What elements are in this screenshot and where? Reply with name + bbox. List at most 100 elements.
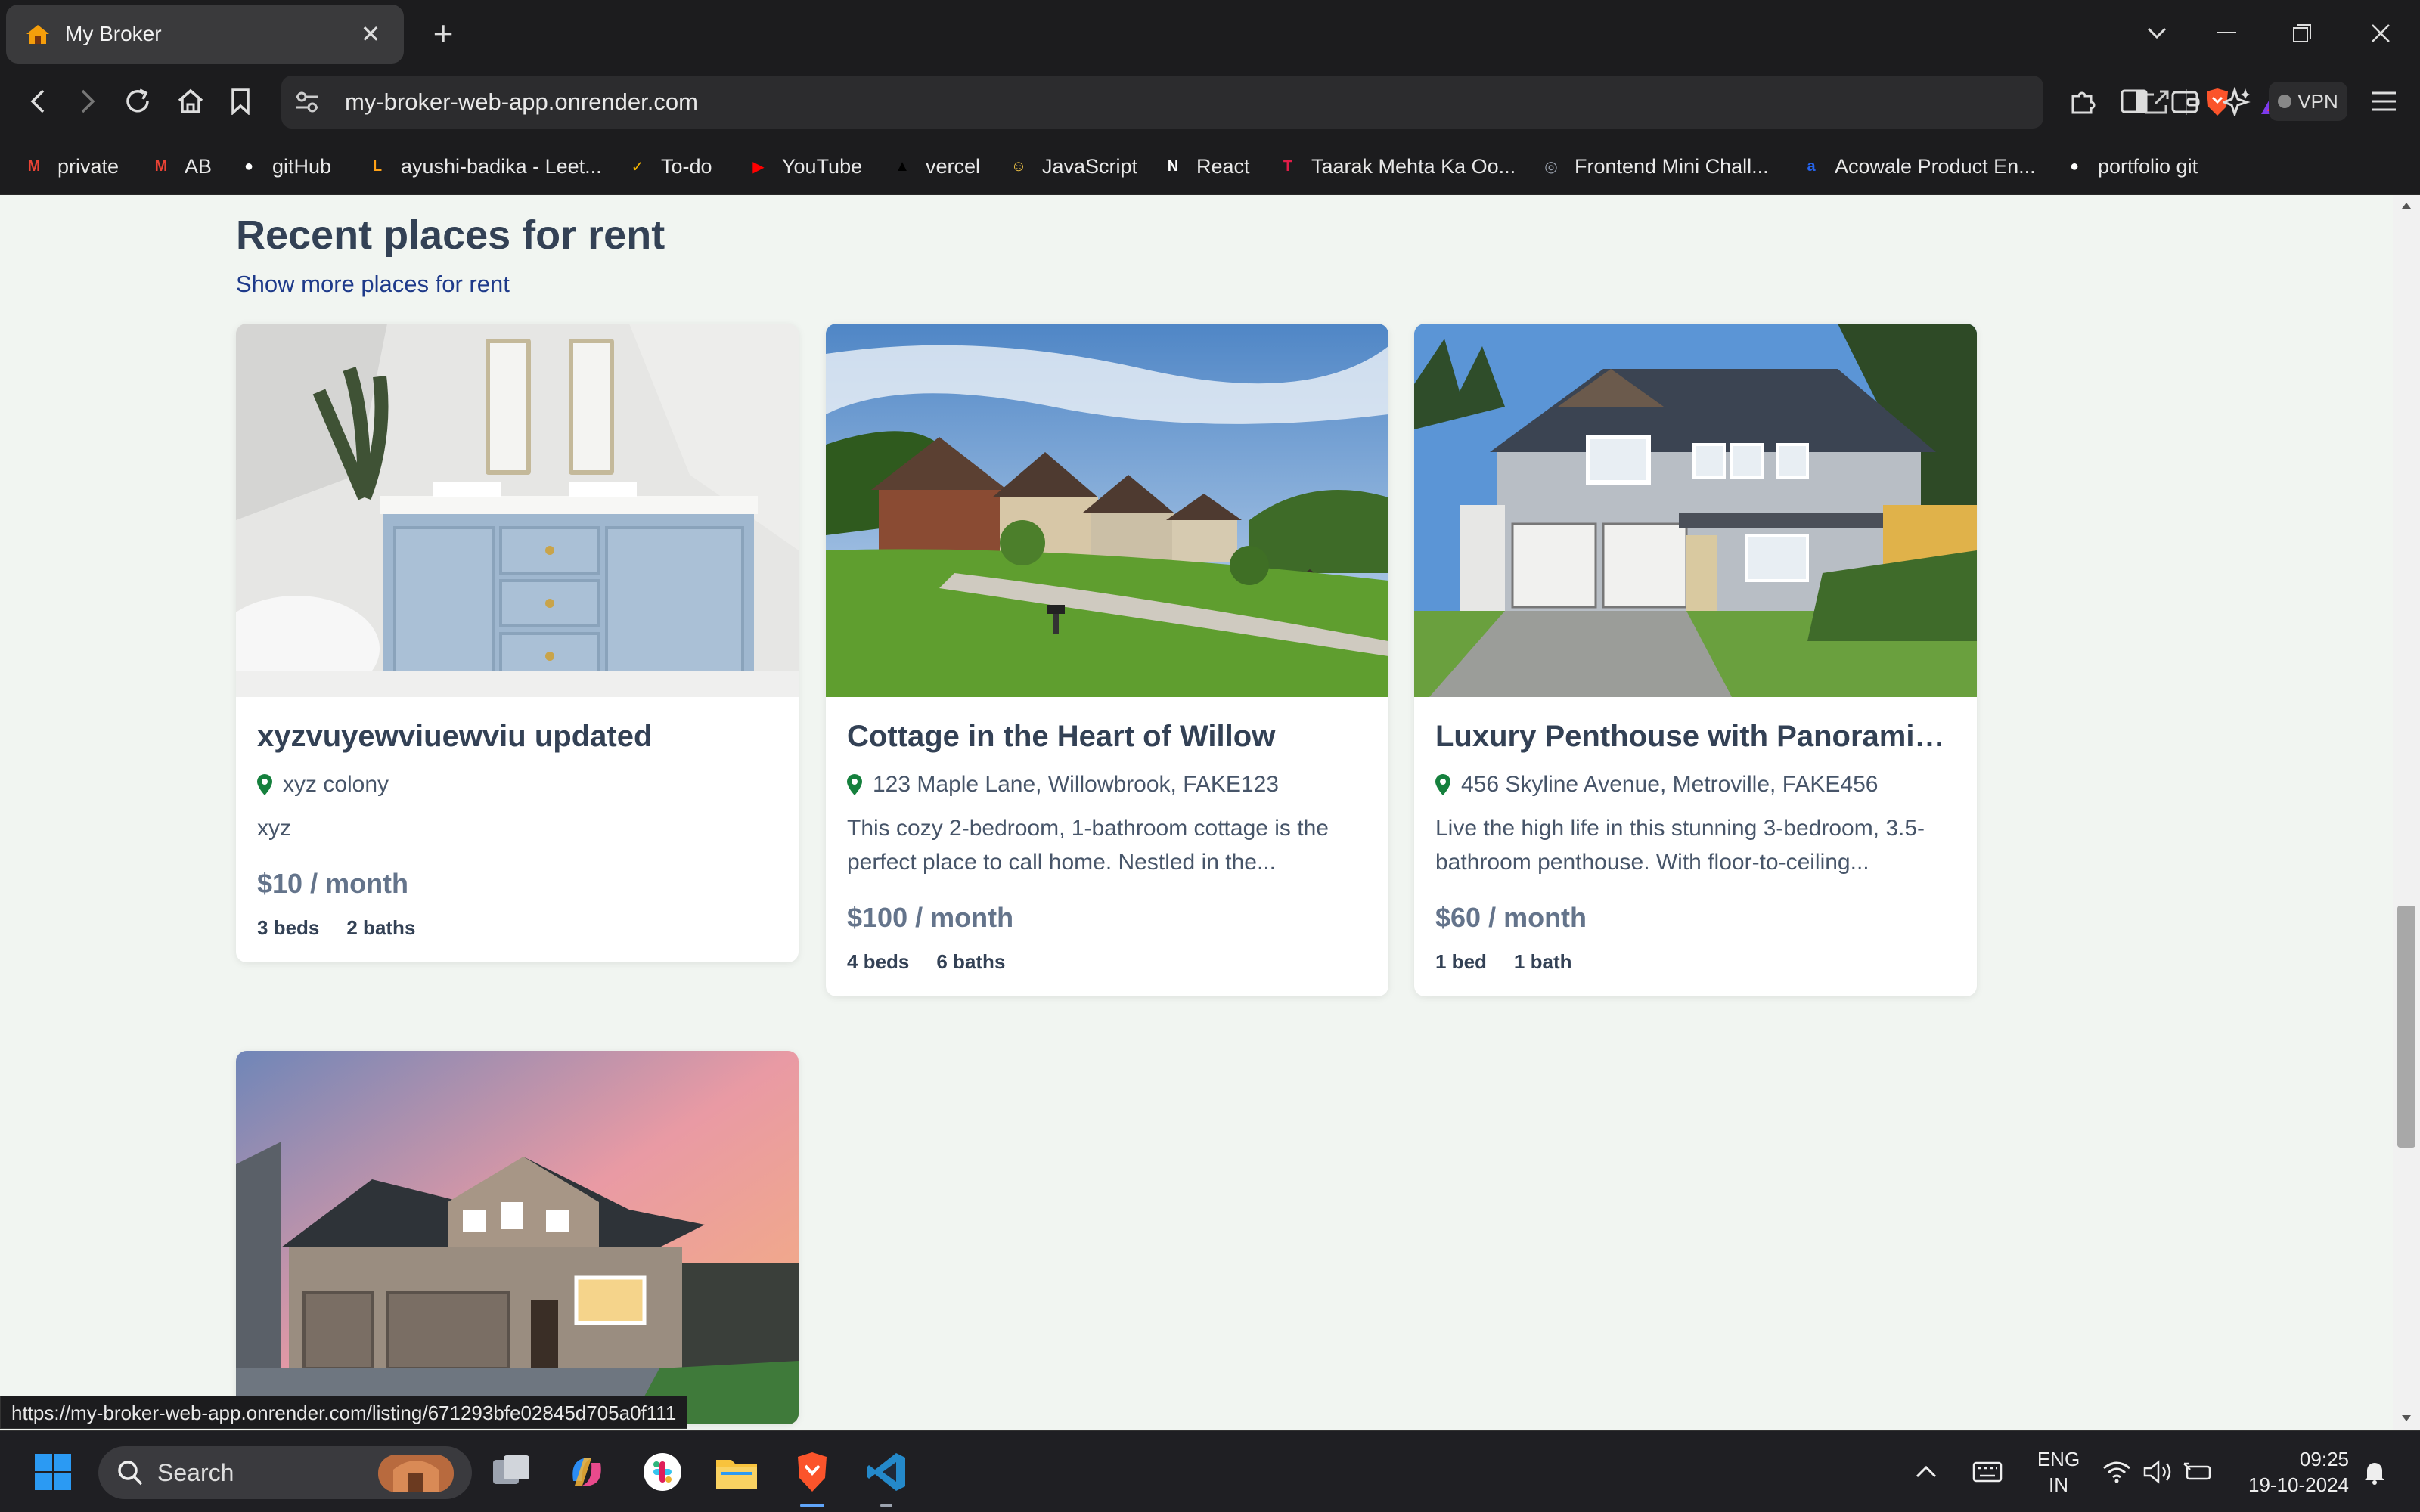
region-code: IN bbox=[2049, 1473, 2068, 1496]
bookmark-item[interactable]: ● portfolio git bbox=[2062, 138, 2198, 195]
vpn-label: VPN bbox=[2297, 89, 2338, 113]
search-highlight-image-icon bbox=[378, 1455, 454, 1492]
tv-icon: T bbox=[1283, 157, 1293, 175]
bookmark-item[interactable]: Mprivate bbox=[21, 138, 119, 195]
new-tab-plus-icon[interactable]: + bbox=[424, 14, 463, 53]
todo-icon: ✓ bbox=[631, 158, 644, 175]
listing-beds: 4 beds bbox=[847, 950, 910, 973]
browser-tab[interactable]: My Broker ✕ bbox=[6, 5, 404, 64]
listing-baths: 1 bath bbox=[1513, 950, 1572, 973]
close-window-icon[interactable] bbox=[2350, 11, 2411, 56]
smiley-icon: ☺ bbox=[1010, 157, 1027, 175]
page-scrollbar[interactable] bbox=[2393, 195, 2420, 1430]
listing-baths: 2 baths bbox=[346, 916, 416, 939]
wifi-icon[interactable] bbox=[2102, 1431, 2131, 1512]
web-icon: ◎ bbox=[1544, 158, 1558, 175]
bookmark-label: Acowale Product En... bbox=[1835, 154, 2036, 178]
windows-taskbar: Search ENG IN 09:25 19-10-2024 bbox=[0, 1430, 2420, 1512]
clock-date: 19-10-2024 bbox=[2248, 1473, 2349, 1496]
vscode-icon[interactable] bbox=[862, 1448, 911, 1496]
forward-icon[interactable] bbox=[65, 79, 110, 124]
address-bar[interactable]: my-broker-web-app.onrender.com bbox=[281, 76, 2288, 129]
tab-list-chevron-icon[interactable] bbox=[2127, 11, 2187, 56]
taskbar-search[interactable]: Search bbox=[98, 1446, 472, 1499]
url-text[interactable]: my-broker-web-app.onrender.com bbox=[345, 76, 698, 129]
notion-icon: N bbox=[1167, 157, 1179, 175]
listing-location: 456 Skyline Avenue, Metroville, FAKE456 bbox=[1461, 772, 1879, 797]
vpn-status-icon bbox=[2278, 94, 2292, 108]
bookmark-icon[interactable] bbox=[218, 79, 263, 124]
clock-time: 09:25 bbox=[2299, 1448, 2349, 1470]
bookmark-item[interactable]: ● gitHub bbox=[236, 138, 331, 195]
show-hidden-icons-chevron-icon[interactable] bbox=[1915, 1431, 1938, 1512]
bookmark-item[interactable]: M AB bbox=[148, 138, 212, 195]
task-view-icon[interactable] bbox=[487, 1448, 535, 1496]
active-app-indicator bbox=[800, 1504, 824, 1507]
close-tab-icon[interactable]: ✕ bbox=[355, 20, 386, 48]
restore-icon[interactable] bbox=[2272, 11, 2332, 56]
status-bar-url: https://my-broker-web-app.onrender.com/l… bbox=[0, 1396, 688, 1429]
page-title: Recent places for rent bbox=[236, 212, 666, 258]
minimize-icon[interactable] bbox=[2196, 11, 2257, 56]
keyboard-icon[interactable] bbox=[1972, 1431, 2003, 1512]
bookmark-label: private bbox=[57, 154, 119, 178]
listing-image-house[interactable] bbox=[1414, 324, 1977, 697]
windows-start-icon[interactable] bbox=[29, 1448, 77, 1496]
github-icon: ● bbox=[244, 157, 254, 175]
site-settings-icon[interactable] bbox=[292, 87, 322, 117]
scrollbar-thumb[interactable] bbox=[2397, 906, 2415, 1148]
copilot-icon[interactable] bbox=[563, 1448, 611, 1496]
scroll-up-arrow-icon[interactable] bbox=[2400, 201, 2412, 210]
listing-title: xyzvuyewviuewviu updated bbox=[257, 720, 653, 753]
bookmark-item[interactable]: ▲ vercel bbox=[889, 138, 980, 195]
show-more-link[interactable]: Show more places for rent bbox=[236, 271, 510, 298]
listing-description: This cozy 2-bedroom, 1-bathroom cottage … bbox=[847, 816, 1329, 875]
listing-card[interactable]: Cottage in the Heart of Willow 123 Maple… bbox=[826, 324, 1388, 996]
bookmark-item[interactable]: ✓ To-do bbox=[625, 138, 712, 195]
listing-location: 123 Maple Lane, Willowbrook, FAKE123 bbox=[873, 772, 1279, 797]
gmail-icon: M bbox=[154, 157, 168, 175]
notification-bell-icon[interactable] bbox=[2361, 1431, 2388, 1512]
bookmark-item[interactable]: a Acowale Product En... bbox=[1798, 138, 2036, 195]
gmail-icon: M bbox=[27, 157, 41, 175]
volume-icon[interactable] bbox=[2143, 1431, 2173, 1512]
battery-icon[interactable] bbox=[2183, 1431, 2213, 1512]
bookmark-label: YouTube bbox=[782, 154, 863, 178]
menu-hamburger-icon[interactable] bbox=[2361, 79, 2406, 124]
wallet-icon[interactable] bbox=[2163, 79, 2208, 124]
listing-price: $100 / month bbox=[847, 902, 1014, 933]
slack-icon[interactable] bbox=[638, 1448, 687, 1496]
listing-image-sunset-house[interactable] bbox=[236, 1051, 799, 1424]
sidebar-icon[interactable] bbox=[2111, 79, 2157, 124]
bookmark-label: portfolio git bbox=[2098, 154, 2198, 178]
brave-browser-icon[interactable] bbox=[788, 1448, 836, 1496]
bookmark-item[interactable]: ▶ YouTube bbox=[746, 138, 862, 195]
bookmark-item[interactable]: ☺ JavaScript bbox=[1006, 138, 1137, 195]
home-icon[interactable] bbox=[168, 79, 213, 124]
listing-card[interactable] bbox=[236, 1051, 799, 1424]
listing-image-suburb[interactable] bbox=[826, 324, 1388, 697]
leo-ai-icon[interactable] bbox=[2214, 79, 2260, 124]
bookmark-label: Taarak Mehta Ka Oo... bbox=[1311, 154, 1516, 178]
vpn-button[interactable]: VPN bbox=[2269, 82, 2347, 121]
tab-title: My Broker bbox=[65, 22, 162, 45]
extensions-icon[interactable] bbox=[2060, 79, 2105, 124]
listing-card[interactable]: xyzvuyewviuewviu updated xyz colony xyz … bbox=[236, 324, 799, 962]
bookmark-item[interactable]: T Taarak Mehta Ka Oo... bbox=[1275, 138, 1516, 195]
open-app-indicator bbox=[880, 1504, 892, 1507]
listing-card[interactable]: Luxury Penthouse with Panoramic ... 456 … bbox=[1414, 324, 1977, 996]
listing-image-bathroom[interactable] bbox=[236, 324, 799, 697]
bookmark-item[interactable]: N React bbox=[1160, 138, 1250, 195]
scroll-down-arrow-icon[interactable] bbox=[2400, 1414, 2412, 1423]
back-icon[interactable] bbox=[15, 79, 60, 124]
listing-baths: 6 baths bbox=[936, 950, 1006, 973]
browser-toolbar: my-broker-web-app.onrender.com VPN bbox=[0, 67, 2420, 138]
file-explorer-icon[interactable] bbox=[712, 1448, 761, 1496]
reload-icon[interactable] bbox=[115, 79, 160, 124]
leetcode-icon: L bbox=[372, 157, 383, 175]
system-clock[interactable]: 09:25 19-10-2024 bbox=[2238, 1446, 2349, 1498]
listing-beds: 3 beds bbox=[257, 916, 320, 939]
bookmark-item[interactable]: ◎ Frontend Mini Chall... bbox=[1538, 138, 1768, 195]
bookmark-item[interactable]: Layushi-badika - Leet... bbox=[365, 138, 602, 195]
language-indicator[interactable]: ENG IN bbox=[2034, 1446, 2083, 1498]
